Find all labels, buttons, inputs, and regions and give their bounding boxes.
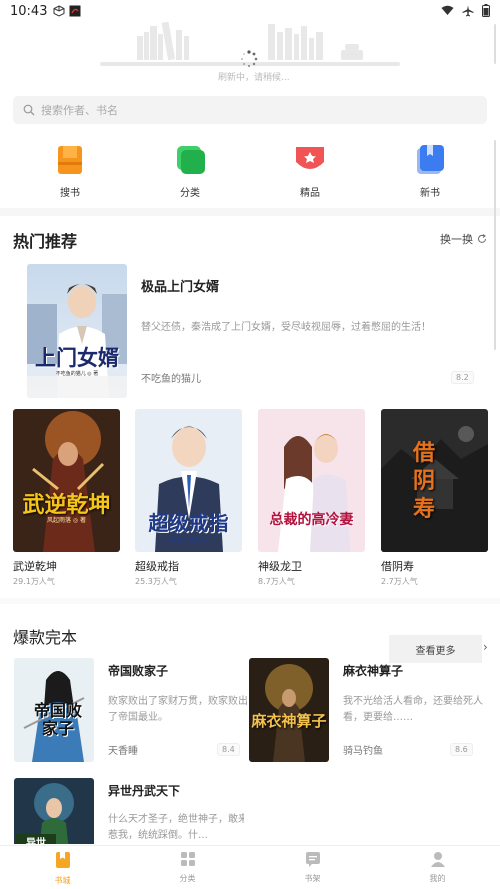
book-title: 借阴寿 xyxy=(381,560,414,573)
category-grid-icon xyxy=(180,852,195,866)
search-placeholder: 搜索作者、书名 xyxy=(41,104,118,117)
status-bar: 10:43 xyxy=(0,0,500,22)
cover-title: 帝国败家子 xyxy=(33,701,82,738)
airplane-mode-icon xyxy=(462,5,474,16)
book-title: 神级龙卫 xyxy=(258,560,302,573)
book-search-icon xyxy=(58,146,82,174)
book-title: 超级戒指 xyxy=(135,560,179,573)
section-divider xyxy=(0,208,500,216)
book-popularity: 2.7万人气 xyxy=(381,577,418,586)
profile-icon xyxy=(430,852,445,867)
book-cover: 武逆乾坤 风起雨落 ◎ 著 xyxy=(13,409,120,552)
book-popularity: 29.1万人气 xyxy=(13,577,55,586)
book-popularity: 8.7万人气 xyxy=(258,577,295,586)
book-card[interactable]: 超级戒指 不是教子也作品 超级戒指 25.3万人气 xyxy=(135,409,242,587)
cover-title: 借阴寿 xyxy=(412,440,435,522)
bottom-nav-categories[interactable]: 分类 xyxy=(125,846,250,889)
app-notification-icon xyxy=(69,5,81,17)
bottom-nav-label: 书架 xyxy=(304,874,321,883)
pull-refresh-area: 刷新中，请稍候... xyxy=(0,22,500,83)
complete-section-title: 爆款完本 xyxy=(13,628,78,647)
book-author: 天香睡 xyxy=(108,746,138,757)
refresh-icon xyxy=(478,234,486,243)
refresh-text: 刷新中，请稍候... xyxy=(218,73,290,83)
quick-nav-new-books[interactable]: 新书 xyxy=(400,142,460,199)
cover-title: 麻衣神算子 xyxy=(251,712,327,730)
scroll-indicator xyxy=(494,24,496,64)
cover-title: 总裁的高冷妻 xyxy=(269,512,354,528)
bottom-nav-label: 我的 xyxy=(429,874,446,883)
book-cover: 总裁的高冷妻 xyxy=(258,409,365,552)
book-desc: 什么天才圣子，绝世神子，敢来惹我，统统踩倒。什… xyxy=(108,814,244,841)
battery-icon xyxy=(482,4,490,17)
book-cover: 超级戒指 不是教子也作品 xyxy=(135,409,242,552)
cover-title: 异世 xyxy=(16,834,56,844)
book-title: 帝国败家子 xyxy=(108,664,169,678)
book-card[interactable]: 借阴寿 借阴寿 2.7万人气 xyxy=(381,409,488,587)
list-book-item[interactable]: 帝国败家子 帝国败家子 败家败出了家财万贯，败家败出了帝国最业。 天香睡 8.4 xyxy=(14,658,248,764)
scroll-indicator xyxy=(494,140,496,350)
cover-image xyxy=(13,409,120,552)
bookstore-icon xyxy=(55,852,70,868)
book-card[interactable]: 武逆乾坤 风起雨落 ◎ 著 武逆乾坤 29.1万人气 xyxy=(13,409,120,587)
book-desc: 我不光给活人看命，还要给死人看，更要给…… xyxy=(343,696,483,723)
featured-book-cover[interactable]: 上门女婿 不吃鱼的猫儿 ◎ 著 xyxy=(27,264,127,398)
chevron-right-icon[interactable]: › xyxy=(483,640,488,654)
cover-author: 不是教子也作品 xyxy=(165,537,208,544)
quick-nav: 搜书 分类 精品 新书 xyxy=(0,142,500,202)
book-popularity: 25.3万人气 xyxy=(135,577,177,586)
featured-book-title[interactable]: 极品上门女婿 xyxy=(141,276,219,295)
cover-image xyxy=(258,409,365,552)
book-cover: 麻衣神算子 xyxy=(249,658,329,762)
premium-badge-icon xyxy=(296,147,324,169)
swap-button[interactable]: 换一换 xyxy=(440,231,487,247)
book-cover: 异世 xyxy=(14,778,94,844)
bottom-nav-label: 分类 xyxy=(179,874,196,883)
loading-spinner-icon xyxy=(241,50,258,68)
cube-icon xyxy=(53,5,65,17)
quick-nav-label: 精品 xyxy=(300,188,320,199)
search-input[interactable]: 搜索作者、书名 xyxy=(13,96,487,124)
search-icon xyxy=(23,104,35,116)
featured-cover-author: 不吃鱼的猫儿 ◎ 著 xyxy=(55,371,99,377)
book-author: 骑马钓鱼 xyxy=(343,746,383,757)
quick-nav-search-books[interactable]: 搜书 xyxy=(40,142,100,199)
featured-book-author: 不吃鱼的猫儿 xyxy=(141,374,201,385)
book-title: 麻衣神算子 xyxy=(343,664,404,678)
book-cover: 帝国败家子 xyxy=(14,658,94,762)
quick-nav-label: 分类 xyxy=(180,188,200,199)
book-desc: 败家败出了家财万贯，败家败出了帝国最业。 xyxy=(108,696,248,723)
featured-score-badge: 8.2 xyxy=(451,371,474,384)
quick-nav-premium[interactable]: 精品 xyxy=(280,142,340,199)
hot-section-title: 热门推荐 xyxy=(13,232,78,251)
list-book-item[interactable]: 异世 异世丹武天下 什么天才圣子，绝世神子，敢来惹我，统统踩倒。什… xyxy=(14,778,244,844)
featured-cover-title: 上门女婿 xyxy=(35,345,119,370)
book-title: 武逆乾坤 xyxy=(13,560,57,573)
wifi-icon xyxy=(441,5,454,15)
bookshelf-icon xyxy=(305,852,320,867)
new-book-icon xyxy=(417,145,444,174)
book-title: 异世丹武天下 xyxy=(108,784,181,798)
quick-nav-label: 新书 xyxy=(420,188,440,199)
book-cover: 借阴寿 xyxy=(381,409,488,552)
book-score-badge: 8.4 xyxy=(217,743,240,756)
book-score-badge: 8.6 xyxy=(450,743,473,756)
cover-title: 超级戒指 xyxy=(148,511,229,535)
bottom-nav-profile[interactable]: 我的 xyxy=(375,846,500,889)
bottom-nav-bookstore[interactable]: 书城 xyxy=(0,846,125,889)
featured-book-desc: 替父还债，秦浩成了上门女婿，受尽岐视屈辱，过着憋屈的生活！ xyxy=(141,322,431,333)
book-card[interactable]: 总裁的高冷妻 神级龙卫 8.7万人气 xyxy=(258,409,365,587)
cover-author: 风起雨落 ◎ 著 xyxy=(46,517,87,524)
bottom-nav: 书城 分类 书架 我的 xyxy=(0,845,500,889)
status-time: 10:43 xyxy=(10,3,48,19)
swap-label: 换一换 xyxy=(440,233,473,246)
bottom-nav-label: 书城 xyxy=(54,876,71,885)
quick-nav-label: 搜书 xyxy=(60,188,80,199)
cover-image xyxy=(27,264,127,398)
section-divider xyxy=(0,598,500,604)
quick-nav-categories[interactable]: 分类 xyxy=(160,142,220,199)
bottom-nav-bookshelf[interactable]: 书架 xyxy=(250,846,375,889)
category-icon xyxy=(177,146,205,174)
list-book-item[interactable]: 麻衣神算子 麻衣神算子 我不光给活人看命，还要给死人看，更要给…… 骑马钓鱼 8… xyxy=(249,658,483,764)
